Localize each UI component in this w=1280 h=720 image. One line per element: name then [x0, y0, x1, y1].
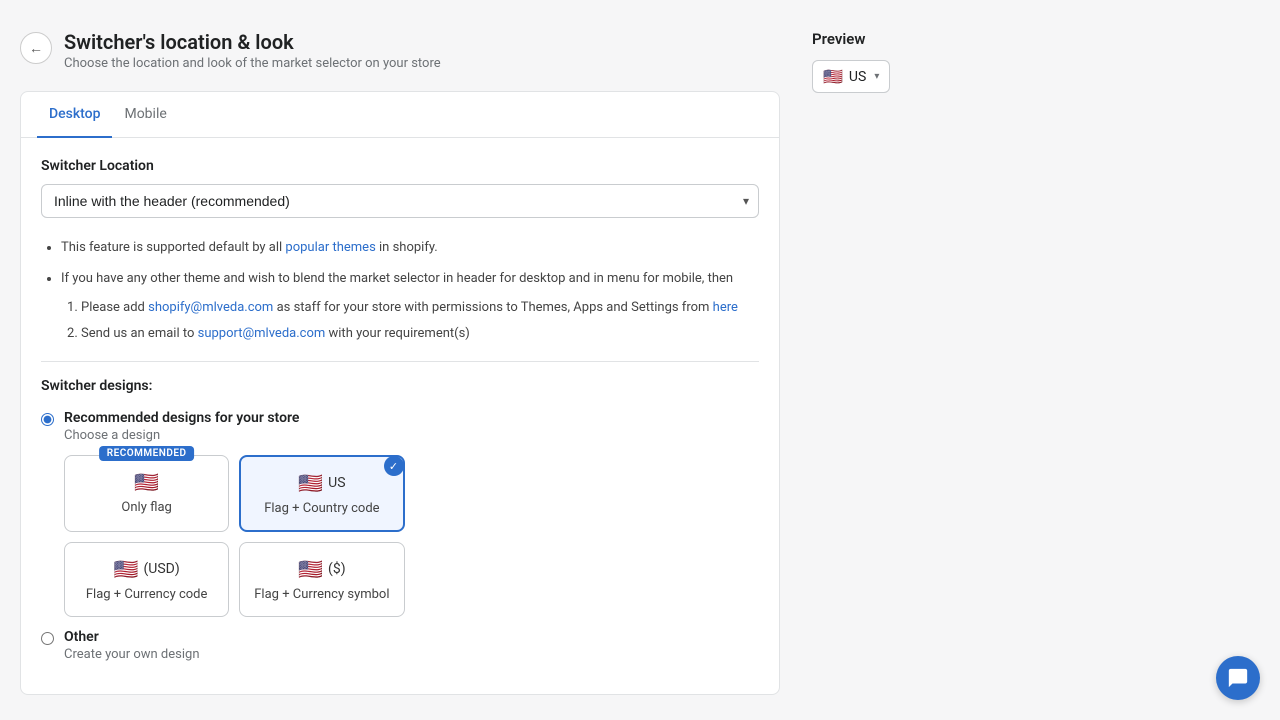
flag-icon-country: 🇺🇸: [298, 471, 323, 495]
switcher-designs-label: Switcher designs:: [41, 378, 759, 394]
preview-title: Preview: [812, 30, 1012, 48]
preview-switcher[interactable]: 🇺🇸 US ▾: [812, 60, 890, 93]
design-card-flag-country[interactable]: ✓ 🇺🇸 US Flag + Country code: [239, 455, 404, 532]
currency-code-text: (USD): [143, 561, 179, 577]
tabs-bar: Desktop Mobile: [21, 92, 779, 138]
card-body: Switcher Location Inline with the header…: [21, 138, 779, 694]
flag-currency-code-row: 🇺🇸 (USD): [114, 557, 180, 581]
preview-panel: Preview 🇺🇸 US ▾: [812, 30, 1012, 700]
recommended-radio-row: Recommended designs for your store Choos…: [41, 410, 759, 617]
recommended-radio[interactable]: [41, 413, 54, 426]
design-label-only-flag: Only flag: [121, 500, 171, 515]
other-radio-label: Other: [64, 629, 200, 645]
back-button[interactable]: ←: [20, 32, 52, 64]
flag-country-row: 🇺🇸 US: [298, 471, 345, 495]
other-radio-content: Other Create your own design: [64, 629, 200, 662]
preview-code: US: [849, 69, 866, 85]
popular-themes-link[interactable]: popular themes: [285, 240, 375, 255]
here-link[interactable]: here: [713, 300, 738, 315]
step-1: Please add shopify@mlveda.com as staff f…: [81, 298, 759, 319]
flag-icon-currency-code: 🇺🇸: [114, 557, 139, 581]
location-select[interactable]: Inline with the header (recommended): [41, 184, 759, 218]
recommended-radio-content: Recommended designs for your store Choos…: [64, 410, 405, 617]
location-select-wrapper: Inline with the header (recommended) ▾: [41, 184, 759, 218]
recommended-radio-label: Recommended designs for your store: [64, 410, 405, 426]
flag-currency-symbol-row: 🇺🇸 ($): [298, 557, 345, 581]
other-radio[interactable]: [41, 632, 54, 645]
flag-icon-only: 🇺🇸: [134, 470, 159, 494]
designs-grid: RECOMMENDED 🇺🇸 Only flag ✓ 🇺🇸 US: [64, 455, 405, 617]
switcher-location-label: Switcher Location: [41, 158, 759, 174]
shopify-email-link[interactable]: shopify@mlveda.com: [148, 300, 273, 315]
recommended-badge: RECOMMENDED: [99, 446, 195, 461]
design-label-flag-country: Flag + Country code: [264, 501, 379, 516]
selected-check-icon: ✓: [384, 456, 404, 476]
info-item-1: This feature is supported default by all…: [61, 238, 759, 259]
design-label-flag-currency-symbol: Flag + Currency symbol: [254, 587, 389, 602]
preview-flag: 🇺🇸: [823, 67, 843, 86]
chat-button[interactable]: [1216, 656, 1260, 700]
radio-section: Recommended designs for your store Choos…: [41, 410, 759, 662]
info-item-2: If you have any other theme and wish to …: [61, 269, 759, 345]
currency-symbol-text: ($): [328, 561, 346, 577]
step-2: Send us an email to support@mlveda.com w…: [81, 324, 759, 345]
switcher-location-section: Switcher Location Inline with the header…: [41, 158, 759, 218]
design-card-flag-currency-symbol[interactable]: 🇺🇸 ($) Flag + Currency symbol: [239, 542, 404, 617]
recommended-radio-sub: Choose a design: [64, 428, 405, 443]
design-label-flag-currency-code: Flag + Currency code: [86, 587, 208, 602]
preview-chevron-icon: ▾: [874, 71, 879, 82]
support-email-link[interactable]: support@mlveda.com: [198, 326, 326, 341]
tab-mobile[interactable]: Mobile: [112, 92, 178, 138]
info-list: This feature is supported default by all…: [41, 238, 759, 345]
other-radio-row: Other Create your own design: [41, 629, 759, 662]
main-card: Desktop Mobile Switcher Location Inline …: [20, 91, 780, 695]
country-code-text: US: [328, 475, 345, 491]
ordered-list: Please add shopify@mlveda.com as staff f…: [77, 298, 759, 346]
other-radio-sub: Create your own design: [64, 647, 200, 662]
design-card-only-flag[interactable]: RECOMMENDED 🇺🇸 Only flag: [64, 455, 229, 532]
flag-icon-currency-symbol: 🇺🇸: [298, 557, 323, 581]
page-title: Switcher's location & look: [64, 30, 441, 54]
tab-desktop[interactable]: Desktop: [37, 92, 112, 138]
design-card-flag-currency-code[interactable]: 🇺🇸 (USD) Flag + Currency code: [64, 542, 229, 617]
page-subtitle: Choose the location and look of the mark…: [64, 56, 441, 71]
chat-icon: [1227, 667, 1249, 689]
divider: [41, 361, 759, 362]
